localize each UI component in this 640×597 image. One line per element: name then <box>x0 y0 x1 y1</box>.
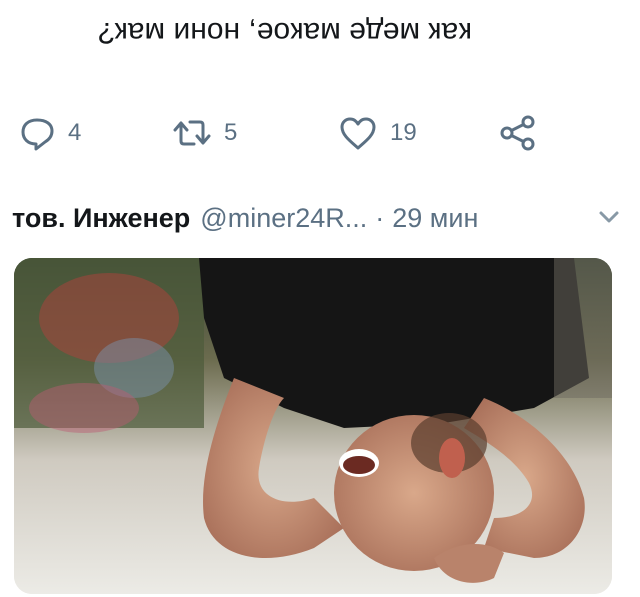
share-button[interactable] <box>498 110 538 156</box>
retweet-button[interactable]: 5 <box>172 110 237 156</box>
tweet-text: как меде макое, нони мак? <box>98 16 472 49</box>
tweet-actions: 4 5 19 <box>0 110 640 156</box>
author-handle[interactable]: @miner24R... <box>200 203 367 234</box>
retweet-count: 5 <box>224 119 238 146</box>
chevron-down-icon[interactable] <box>596 204 622 230</box>
reply-icon <box>21 118 54 151</box>
author-name[interactable]: тов. Инженер <box>12 203 190 234</box>
media-image <box>14 258 612 594</box>
share-icon <box>500 115 535 151</box>
heart-icon <box>340 117 376 150</box>
like-button[interactable]: 19 <box>338 110 417 156</box>
retweet-icon <box>173 120 211 146</box>
tweet-media-photo[interactable] <box>14 258 612 594</box>
separator-dot: · <box>375 202 385 233</box>
reply-count: 4 <box>68 119 82 146</box>
tweet-time[interactable]: 29 мин <box>392 203 478 234</box>
like-count: 19 <box>390 119 417 146</box>
tweet-header: тов. Инженер @miner24R... · 29 мин <box>12 196 622 240</box>
reply-button[interactable]: 4 <box>18 110 81 156</box>
